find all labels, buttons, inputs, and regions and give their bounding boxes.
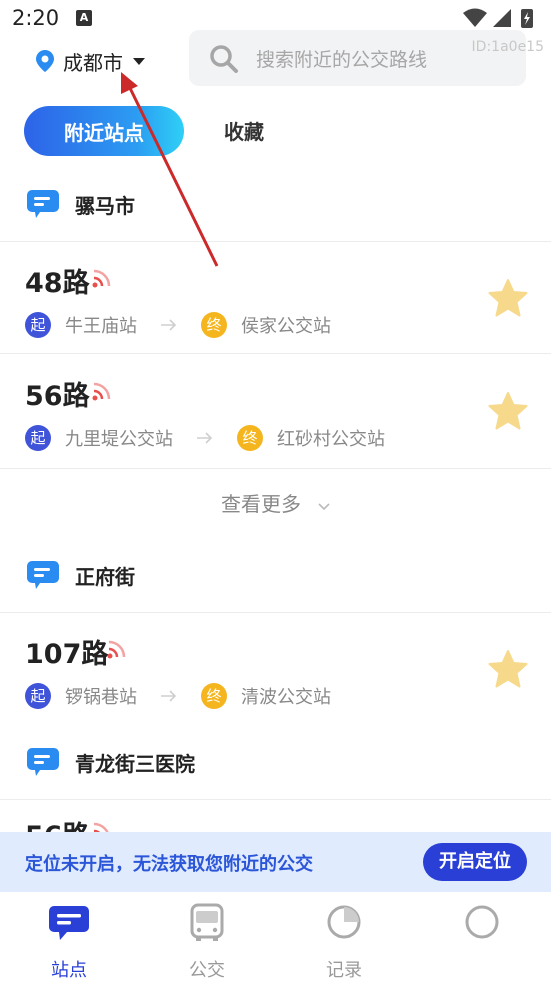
route-item[interactable]: 48路 起 牛王庙站 终 侯家公交站 <box>0 253 551 365</box>
nav-item-record[interactable]: 记录 <box>299 902 389 981</box>
location-disabled-banner: 定位未开启，无法获取您附近的公交 开启定位 <box>0 832 551 892</box>
caret-down-icon <box>133 57 145 65</box>
route-stops: 起 九里堤公交站 终 红砂村公交站 <box>25 424 385 452</box>
wifi-icon <box>463 8 487 27</box>
star-icon[interactable] <box>488 392 528 430</box>
start-badge: 起 <box>25 683 51 709</box>
station-name: 青龙街三医院 <box>75 752 195 776</box>
station-icon <box>49 906 89 940</box>
location-pin-icon <box>36 50 54 72</box>
start-badge: 起 <box>25 425 51 451</box>
start-stop: 锣锅巷站 <box>65 687 137 708</box>
divider <box>0 353 551 354</box>
divider <box>0 799 551 800</box>
notification-icon: A <box>76 10 92 26</box>
end-badge: 终 <box>201 683 227 709</box>
nav-item-bus[interactable]: 公交 <box>162 902 252 981</box>
id-watermark: ID:1a0e15 <box>471 39 544 55</box>
search-placeholder: 搜索附近的公交路线 <box>256 49 428 71</box>
chevron-down-icon <box>318 502 330 510</box>
station-header[interactable]: 青龙街三医院 <box>0 734 551 794</box>
record-icon <box>327 905 361 939</box>
route-item[interactable]: 107路 起 锣锅巷站 终 清波公交站 <box>0 624 551 736</box>
divider <box>0 612 551 613</box>
end-badge: 终 <box>201 312 227 338</box>
view-more-button[interactable]: 查看更多 <box>0 488 551 522</box>
city-name: 成都市 <box>63 50 123 75</box>
search-bar[interactable]: 搜索附近的公交路线 ID:1a0e15 <box>189 30 544 86</box>
station-sign-icon <box>27 190 59 218</box>
status-time: 2:20 <box>12 6 60 30</box>
station-name: 骡马市 <box>75 194 135 218</box>
realtime-signal-icon <box>107 640 126 659</box>
city-selector[interactable]: 成都市 <box>36 46 145 76</box>
banner-message: 定位未开启，无法获取您附近的公交 <box>25 854 313 875</box>
bottom-nav: 站点 公交 记录 <box>0 892 551 981</box>
start-stop: 九里堤公交站 <box>65 429 173 450</box>
nav-item-profile[interactable] <box>437 902 527 978</box>
tab-nearby-stations[interactable]: 附近站点 <box>24 106 184 156</box>
bus-icon <box>190 903 224 941</box>
station-sign-icon <box>27 561 59 589</box>
end-stop: 侯家公交站 <box>241 316 331 337</box>
station-name: 正府街 <box>75 565 135 589</box>
divider <box>0 468 551 469</box>
cellular-icon <box>493 9 511 27</box>
tab-favorites[interactable]: 收藏 <box>224 116 264 145</box>
view-more-label: 查看更多 <box>220 492 301 516</box>
end-badge: 终 <box>237 425 263 451</box>
station-header[interactable]: 正府街 <box>0 547 551 607</box>
start-badge: 起 <box>25 312 51 338</box>
realtime-signal-icon <box>92 382 111 401</box>
system-status-icons <box>463 8 533 28</box>
profile-icon <box>465 905 499 939</box>
nav-item-station[interactable]: 站点 <box>24 902 114 981</box>
realtime-signal-icon <box>92 269 111 288</box>
nav-label: 站点 <box>51 960 87 981</box>
station-sign-icon <box>27 748 59 776</box>
arrow-right-icon <box>197 432 213 444</box>
route-item[interactable]: 56路 起 九里堤公交站 终 红砂村公交站 <box>0 366 551 478</box>
search-icon <box>210 45 238 73</box>
route-stops: 起 牛王庙站 终 侯家公交站 <box>25 311 331 339</box>
star-icon[interactable] <box>488 650 528 688</box>
station-header[interactable]: 骡马市 <box>0 176 551 236</box>
end-stop: 清波公交站 <box>241 687 331 708</box>
enable-location-button[interactable]: 开启定位 <box>423 843 527 881</box>
nav-label: 公交 <box>189 960 225 981</box>
route-name: 107路 <box>25 639 109 670</box>
star-icon[interactable] <box>488 279 528 317</box>
route-name: 56路 <box>25 381 90 412</box>
end-stop: 红砂村公交站 <box>277 429 385 450</box>
start-stop: 牛王庙站 <box>65 316 137 337</box>
nav-label: 记录 <box>326 960 362 981</box>
arrow-right-icon <box>161 690 177 702</box>
route-stops: 起 锣锅巷站 终 清波公交站 <box>25 682 331 710</box>
arrow-right-icon <box>161 319 177 331</box>
route-name: 48路 <box>25 268 90 299</box>
divider <box>0 241 551 242</box>
